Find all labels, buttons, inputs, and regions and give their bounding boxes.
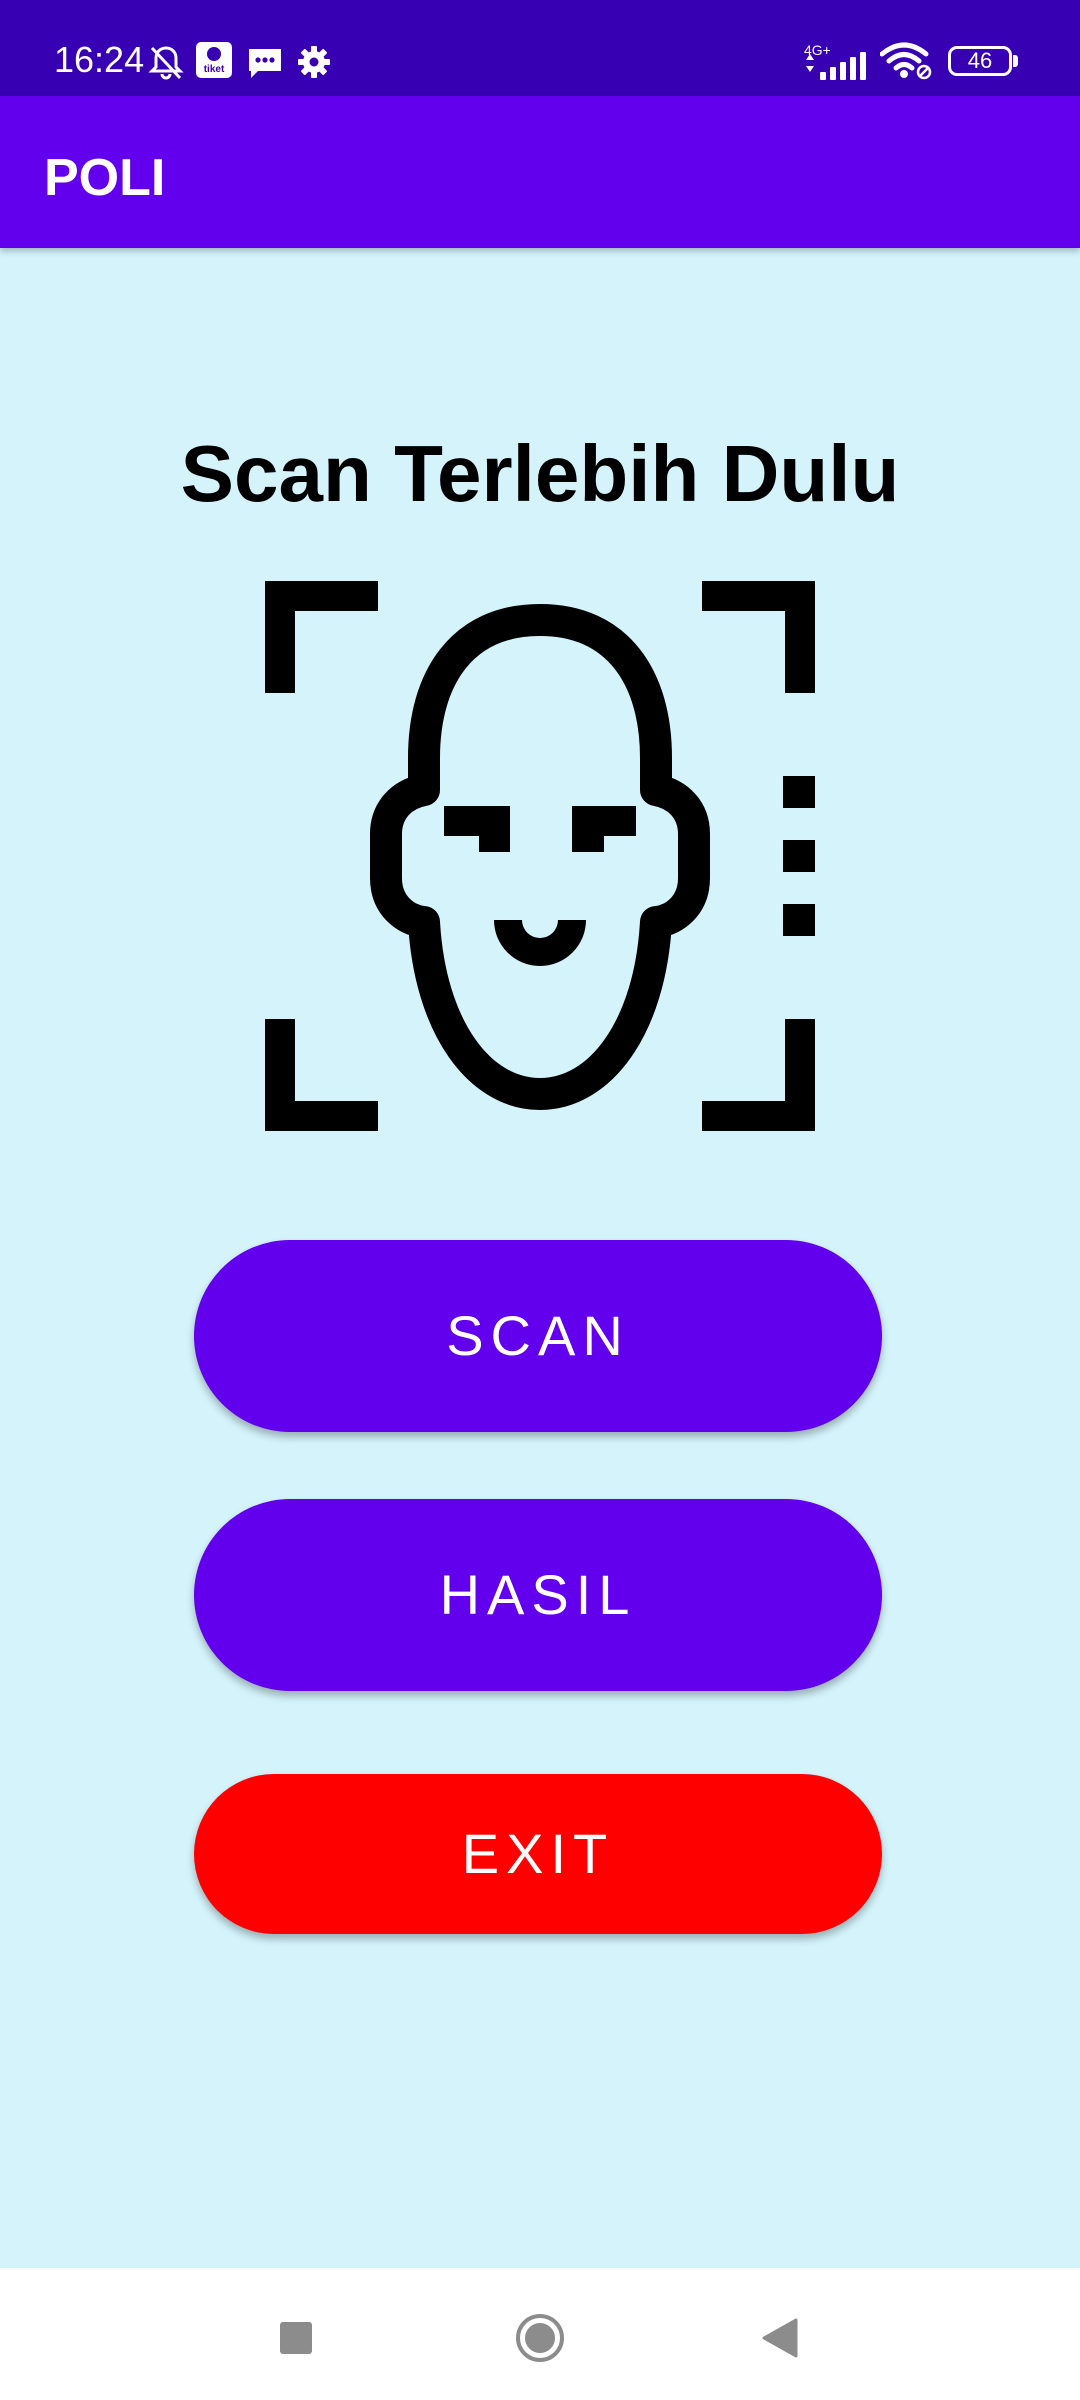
hasil-button[interactable]: HASIL — [194, 1499, 882, 1691]
scan-button[interactable]: SCAN — [194, 1240, 882, 1432]
exit-button[interactable]: EXIT — [194, 1774, 882, 1934]
recents-square-icon[interactable] — [276, 2318, 316, 2358]
app-title: POLI — [44, 149, 166, 207]
status-bar: 16:24 tiket 4G+ 46 — [0, 0, 1080, 96]
wifi-icon — [880, 42, 932, 80]
page-heading: Scan Terlebih Dulu — [180, 429, 900, 518]
battery-nub — [1013, 55, 1018, 67]
system-nav-bar — [0, 2268, 1080, 2400]
message-icon — [249, 49, 281, 78]
settings-gear-icon — [298, 46, 330, 78]
status-time: 16:24 — [54, 39, 145, 80]
app-bar: POLI — [0, 96, 1080, 248]
tiket-label: tiket — [203, 64, 225, 75]
tiket-app-icon: tiket — [196, 42, 232, 78]
back-triangle-icon[interactable] — [760, 2316, 800, 2360]
battery-indicator: 46 — [948, 46, 1012, 76]
muted-bell-icon — [148, 46, 184, 80]
home-circle-icon[interactable] — [514, 2312, 566, 2364]
signal-strength-icon — [806, 52, 866, 80]
face-scan-icon — [265, 581, 815, 1131]
